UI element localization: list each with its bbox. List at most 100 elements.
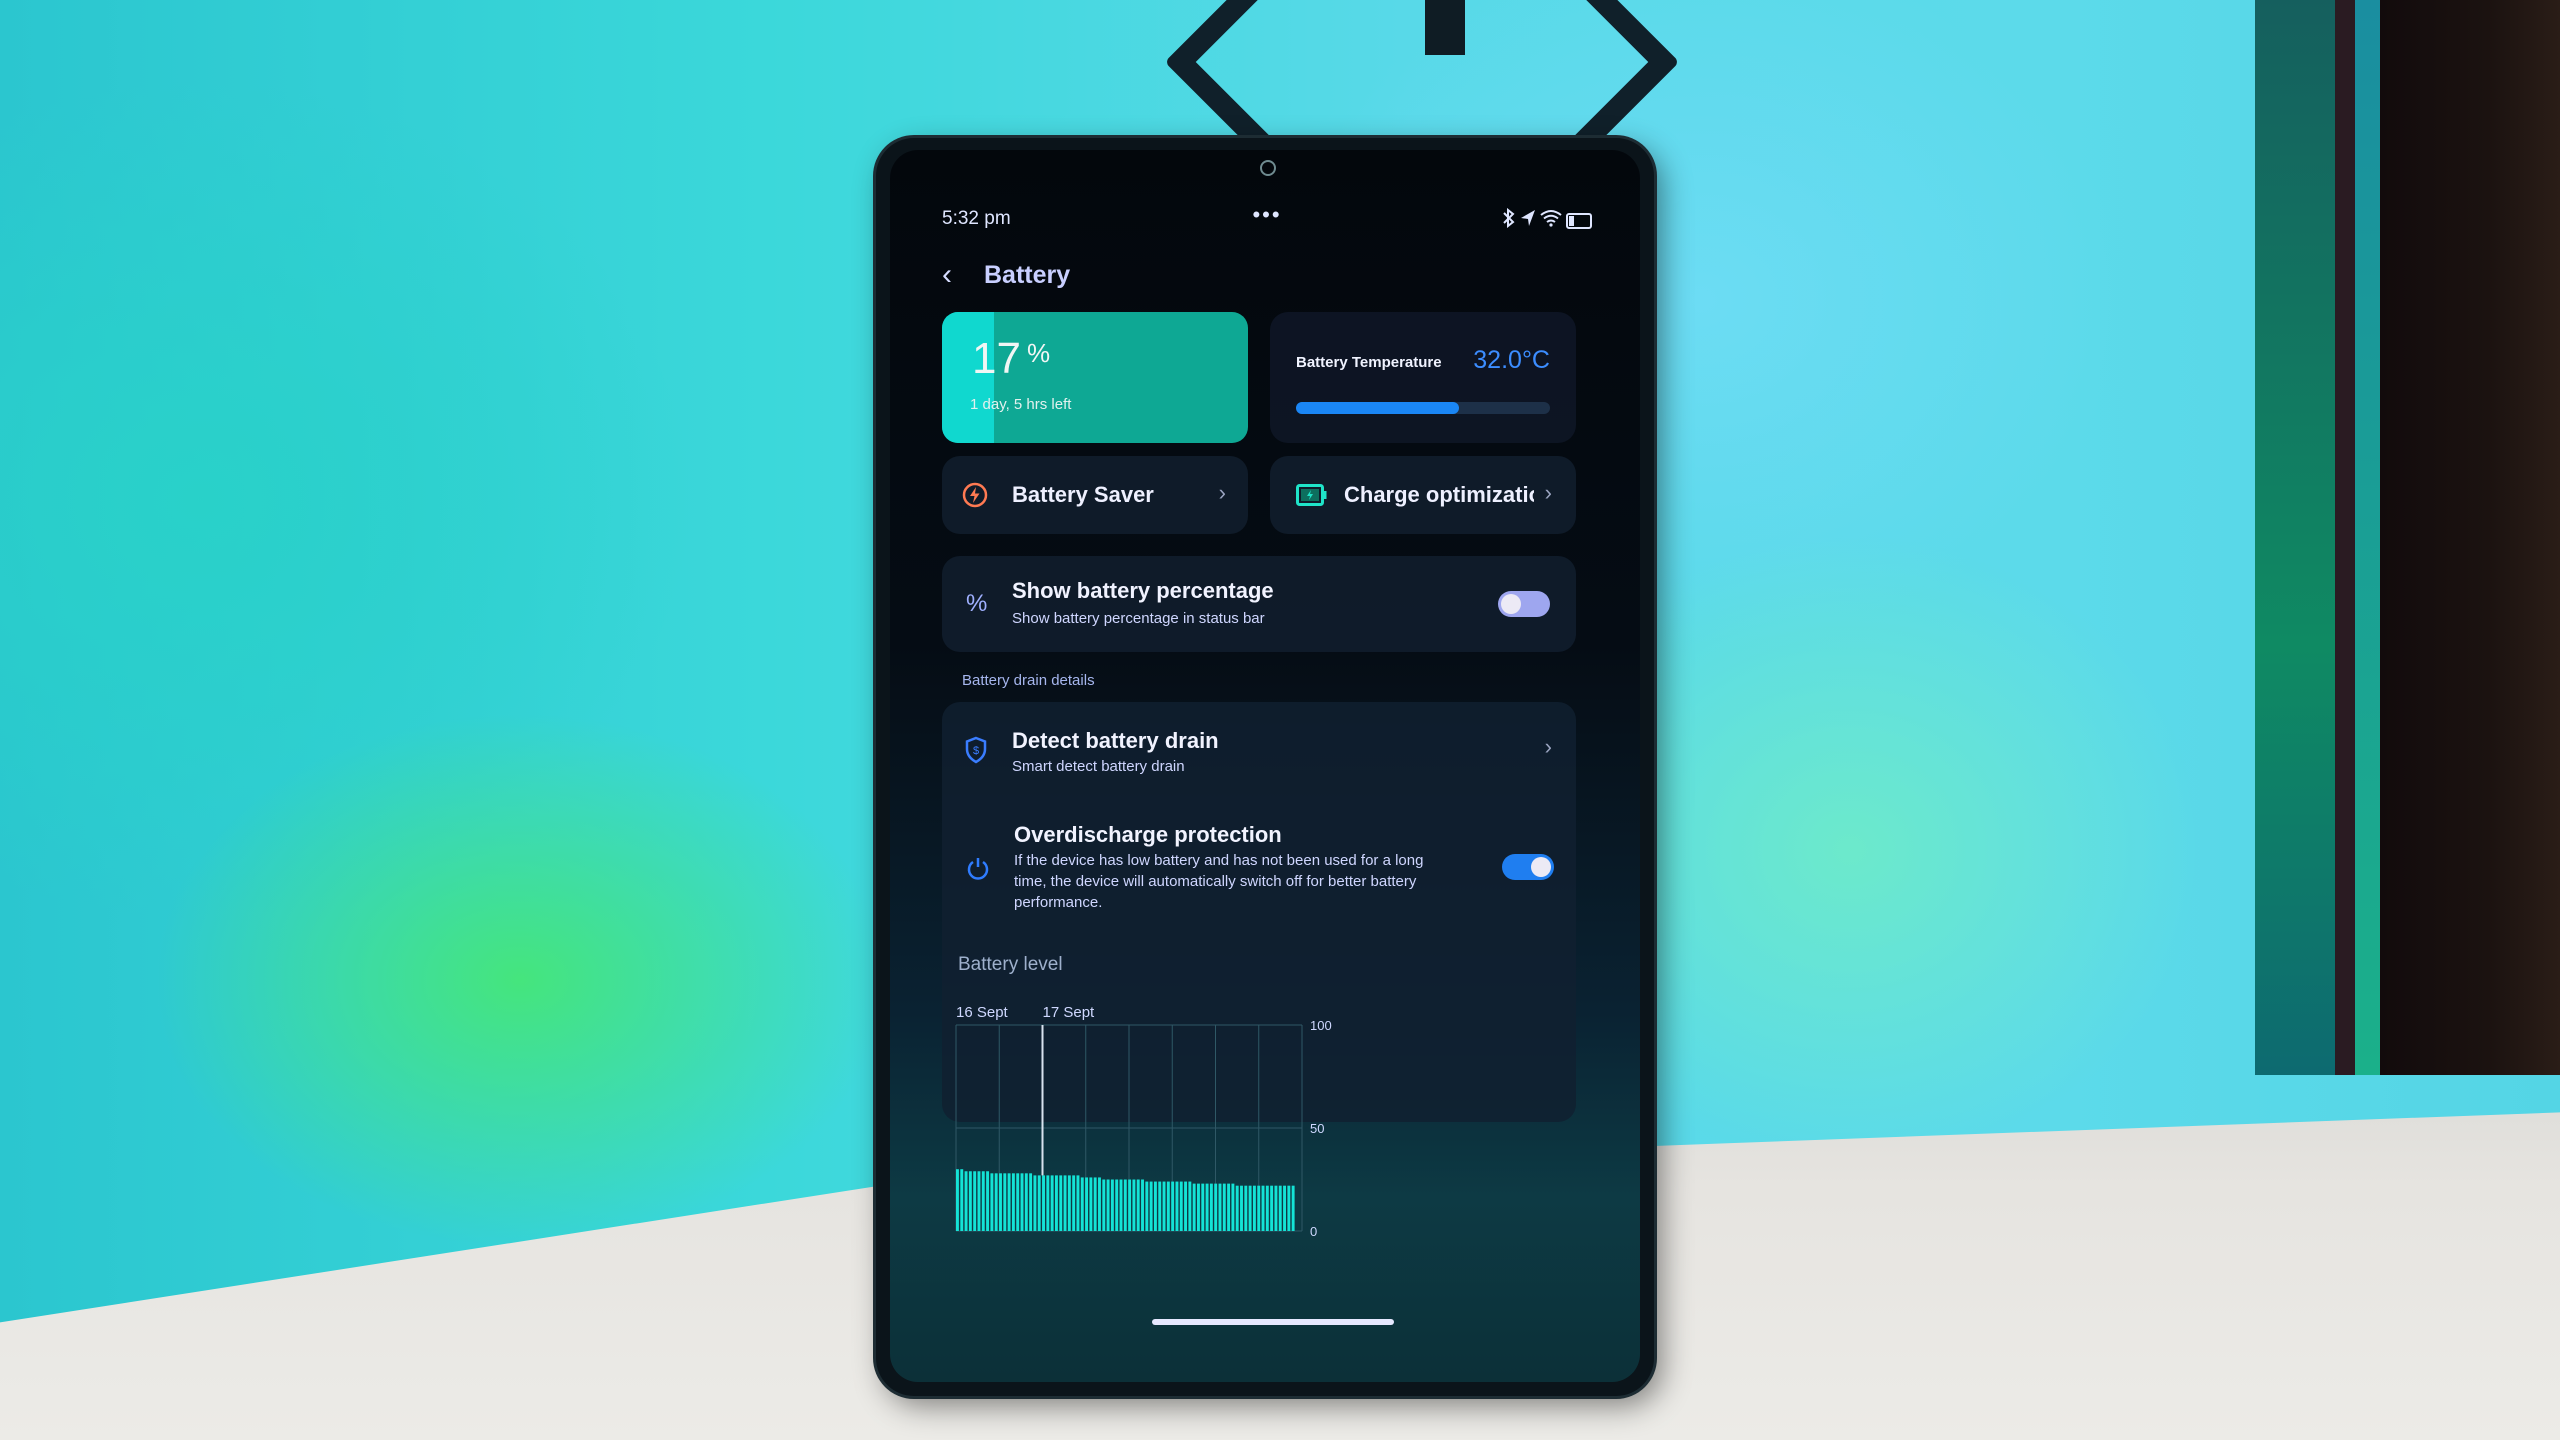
chart-bar	[1261, 1185, 1265, 1231]
chart-date-label: 16 Sept	[956, 1004, 1009, 1021]
chart-bar	[1003, 1173, 1007, 1231]
chart-bar	[977, 1171, 981, 1231]
chart-bar	[1059, 1175, 1063, 1231]
background-door	[2380, 0, 2560, 1075]
chart-bar	[1085, 1177, 1089, 1231]
chart-bar	[1274, 1185, 1278, 1231]
location-icon	[1520, 209, 1536, 233]
chart-bars	[956, 1169, 1295, 1231]
show-percentage-toggle[interactable]	[1498, 591, 1550, 617]
chart-bar	[1188, 1181, 1192, 1231]
chart-bar	[964, 1171, 968, 1231]
battery-saver-label: Battery Saver	[1012, 482, 1154, 507]
temperature-bar	[1296, 402, 1550, 414]
chart-bar	[1248, 1185, 1252, 1231]
status-time: 5:32 pm	[942, 208, 1011, 229]
chart-bar	[1063, 1175, 1067, 1231]
battery-saver-button[interactable]: Battery Saver ›	[942, 456, 1248, 534]
description-line: performance.	[1014, 894, 1103, 911]
detect-drain-title: Detect battery drain	[1012, 728, 1219, 753]
toggle-knob	[1501, 594, 1521, 614]
chart-title: Battery level	[958, 954, 1063, 975]
chart-bar	[1029, 1173, 1033, 1231]
chart-y-tick-label: 100	[1310, 1018, 1332, 1033]
chart-date-labels: 16 Sept 17 Sept	[956, 1004, 1095, 1021]
chart-bar	[1162, 1181, 1166, 1231]
show-percentage-subtitle: Show battery percentage in status bar	[1012, 610, 1265, 627]
battery-time-left: 1 day, 5 hrs left	[970, 396, 1072, 413]
chart-bar	[1291, 1185, 1295, 1231]
chart-x-tick-label: 15	[1258, 1274, 1275, 1275]
chevron-right-icon: ›	[1544, 734, 1552, 759]
chart-date-label: 17 Sept	[1043, 1004, 1096, 1021]
chart-x-tick-label: 06	[1129, 1274, 1146, 1275]
chart-bar	[1218, 1183, 1222, 1231]
chart-x-tick-label: 03	[1085, 1274, 1102, 1275]
chart-bar	[1240, 1185, 1243, 1231]
percent-icon: %	[966, 590, 988, 617]
battery-temperature-card[interactable]: Battery Temperature 32.0°C	[1270, 312, 1576, 443]
detect-battery-drain-row[interactable]: $ Detect battery drain Smart detect batt…	[942, 702, 1576, 792]
bluetooth-icon	[1502, 207, 1516, 234]
page-header: ‹ Battery	[942, 250, 1070, 300]
show-battery-percentage-row[interactable]: % Show battery percentage Show battery p…	[942, 556, 1576, 652]
toggle-knob	[1531, 857, 1551, 877]
chart-x-tick-label: 18	[1302, 1274, 1319, 1275]
chart-bar	[1011, 1173, 1015, 1231]
chevron-right-icon: ›	[1218, 480, 1226, 505]
chart-bar	[1166, 1181, 1170, 1231]
chart-bar	[1201, 1183, 1205, 1231]
chart-bar	[1115, 1179, 1119, 1231]
home-indicator[interactable]	[1152, 1319, 1394, 1325]
chart-bar	[1145, 1181, 1149, 1231]
chart-bar	[1227, 1183, 1231, 1231]
battery-level-card[interactable]: 17% 1 day, 5 hrs left	[942, 312, 1248, 443]
overdischarge-protection-row[interactable]: Overdischarge protection If the device h…	[942, 802, 1576, 932]
chart-bar	[960, 1169, 964, 1231]
chart-bar	[1037, 1175, 1041, 1231]
background-door-edge	[2335, 0, 2355, 1075]
battery-icon	[1566, 213, 1592, 229]
show-percentage-title: Show battery percentage	[1012, 578, 1274, 603]
tablet-device: 5:32 pm ••• ‹ Battery 17 % 1 day, 5 hrs …	[876, 138, 1654, 1396]
chart-x-ticks: 18 21 00 03 06 09 12 15 18	[956, 1274, 1319, 1275]
status-bar: 5:32 pm •••	[942, 202, 1592, 238]
overdischarge-toggle[interactable]	[1502, 854, 1554, 880]
overdischarge-description: If the device has low battery and has no…	[1014, 850, 1454, 913]
chart-bar	[1033, 1175, 1037, 1231]
chart-x-tick-label: 00	[1042, 1274, 1059, 1275]
chart-bar	[1205, 1183, 1209, 1231]
chart-bar	[994, 1173, 998, 1231]
chart-bar	[1054, 1175, 1058, 1231]
charge-optimization-label: Charge optimizatior	[1344, 482, 1534, 507]
description-line: If the device has low battery and has no…	[1014, 852, 1424, 869]
description-line: time, the device will automatically swit…	[1014, 873, 1417, 890]
chart-bar	[1042, 1175, 1045, 1231]
chart-bar	[1132, 1179, 1136, 1231]
chart-bar	[1287, 1185, 1291, 1231]
wifi-icon	[1540, 209, 1562, 233]
back-arrow-icon[interactable]: ‹	[942, 258, 982, 292]
battery-percent-value: 17	[972, 334, 1021, 383]
chart-bar	[1257, 1185, 1261, 1231]
chart-bar	[1278, 1185, 1282, 1231]
section-label-drain-details: Battery drain details	[962, 672, 1095, 689]
chart-bar	[1072, 1175, 1076, 1231]
chart-bar	[1270, 1185, 1274, 1231]
charge-optimization-button[interactable]: Charge optimizatior ›	[1270, 456, 1576, 534]
front-camera	[1260, 160, 1276, 176]
chart-bar	[1184, 1181, 1188, 1231]
chart-bar	[1158, 1181, 1162, 1231]
status-icons	[1502, 207, 1592, 234]
background-door-glow	[2355, 0, 2380, 1075]
chart-y-tick-label: 50	[1310, 1121, 1324, 1136]
chart-bar	[1102, 1179, 1106, 1231]
chart-bar	[973, 1171, 977, 1231]
battery-charge-icon	[1296, 484, 1328, 511]
chart-bar	[1106, 1179, 1110, 1231]
chevron-right-icon: ›	[1544, 480, 1552, 505]
battery-level-chart: 16 Sept 17 Sept 100 50 0 18 21 00 03 06 09 12 15 18	[955, 1004, 1332, 1275]
chart-bar	[1141, 1179, 1144, 1231]
chart-bar	[1110, 1179, 1114, 1231]
chart-bar	[1024, 1173, 1028, 1231]
